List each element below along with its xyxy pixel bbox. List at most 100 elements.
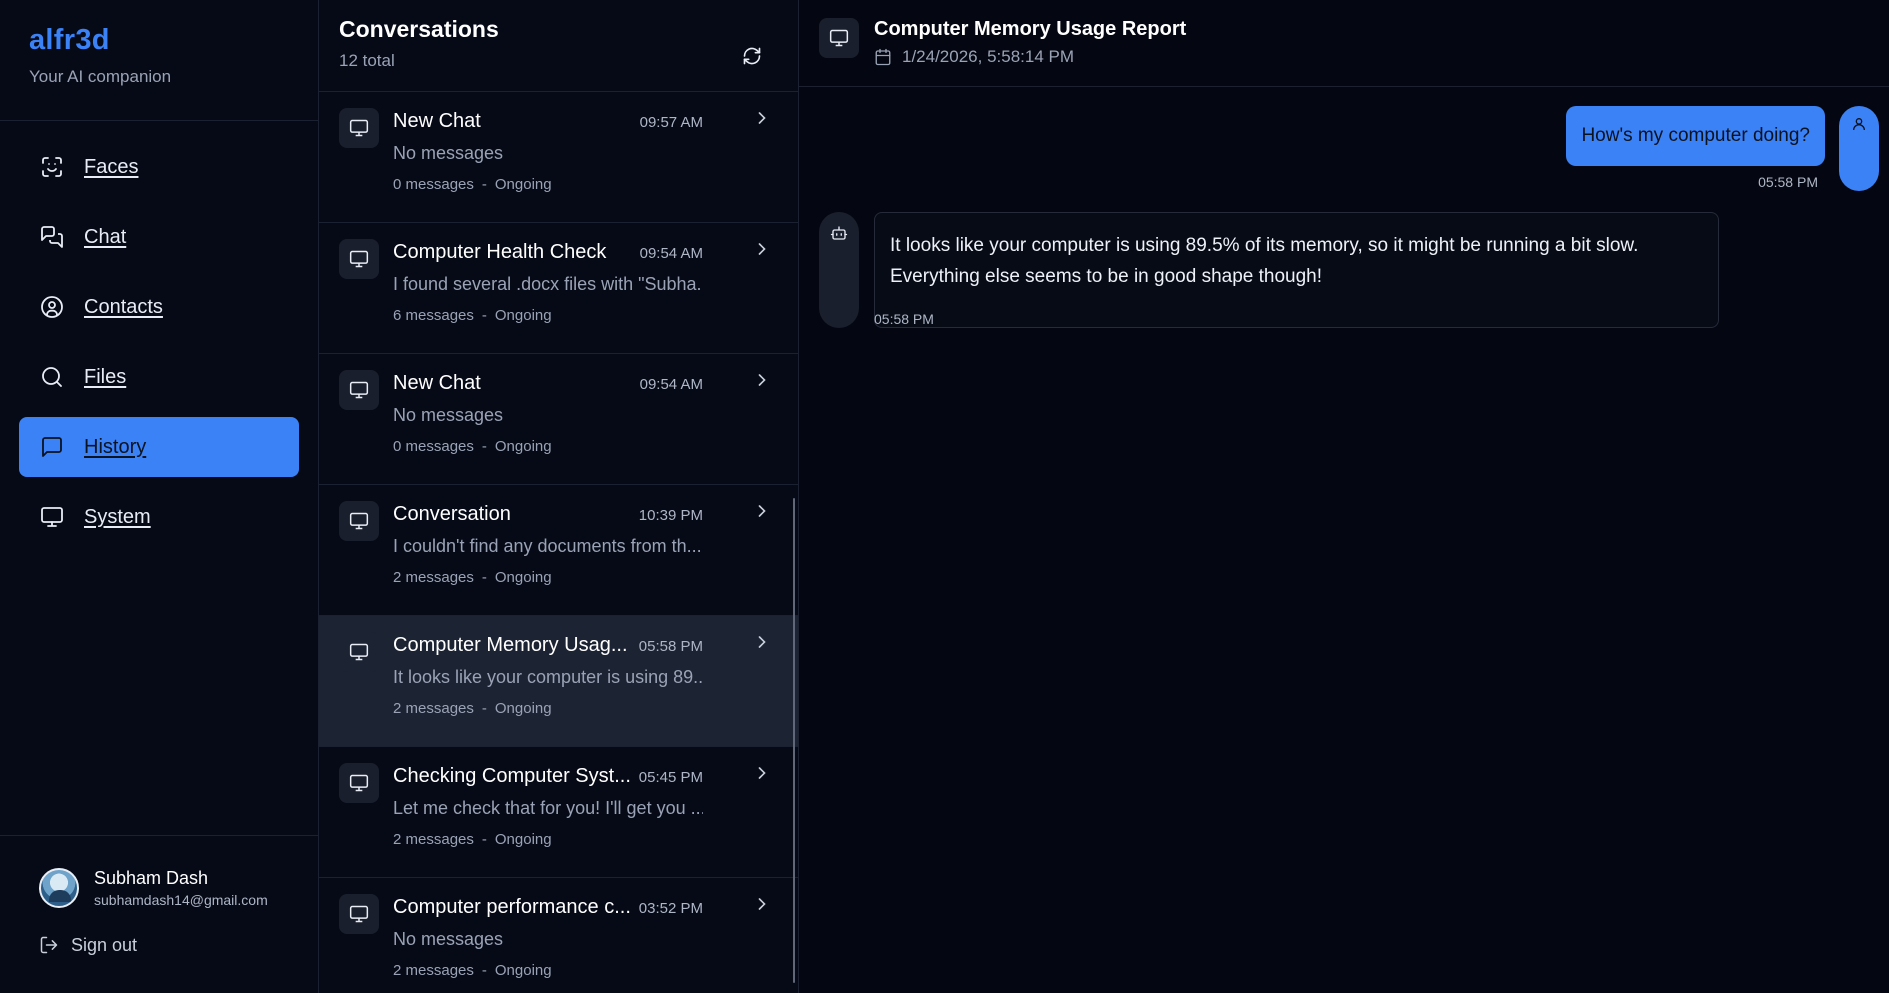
face-scan-icon xyxy=(39,154,65,180)
conversation-status: Ongoing xyxy=(494,569,552,586)
conversation-item[interactable]: Conversation 10:39 PM I couldn't find an… xyxy=(319,485,798,616)
brand: alfr3d Your AI companion xyxy=(0,0,318,121)
conversation-item[interactable]: New Chat 09:54 AM No messages 0 messages… xyxy=(319,354,798,485)
assistant-avatar xyxy=(819,212,859,328)
user-name: Subham Dash xyxy=(94,868,209,888)
sidebar-item-history[interactable]: History xyxy=(19,417,299,477)
conversation-title: Conversation xyxy=(393,503,511,525)
conversation-status: Ongoing xyxy=(494,831,552,848)
user-profile[interactable]: Subham Dash subhamdash14@gmail.com xyxy=(39,868,318,908)
conversation-time: 05:45 PM xyxy=(638,769,703,786)
conversation-status: Ongoing xyxy=(494,962,552,979)
refresh-icon xyxy=(742,46,762,66)
meta-separator: - xyxy=(481,831,487,848)
meta-separator: - xyxy=(481,176,487,193)
user-email: subhamdash14@gmail.com xyxy=(94,892,268,908)
user-message: How's my computer doing? xyxy=(1566,106,1879,191)
chevron-right-icon xyxy=(752,501,772,521)
conversation-preview: No messages xyxy=(393,405,504,425)
sidebar-item-files[interactable]: Files xyxy=(19,347,299,407)
monitor-icon xyxy=(819,18,859,58)
monitor-icon xyxy=(339,632,379,672)
sign-out-label: Sign out xyxy=(71,934,138,955)
sidebar-item-label: System xyxy=(84,505,151,528)
sidebar-item-contacts[interactable]: Contacts xyxy=(19,277,299,337)
chat-title: Computer Memory Usage Report xyxy=(874,18,1187,40)
sidebar-nav: Faces Chat Contacts Files History System xyxy=(0,121,318,573)
sidebar-item-faces[interactable]: Faces xyxy=(19,137,299,197)
conversation-meta: 0 messages - Ongoing xyxy=(393,438,703,455)
sidebar-item-chat[interactable]: Chat xyxy=(19,207,299,267)
chevron-right-icon xyxy=(752,894,772,914)
chevron-right-icon xyxy=(752,370,772,390)
sidebar-item-label: Faces xyxy=(84,155,139,178)
message-count: 2 messages xyxy=(393,569,474,586)
conversation-time: 09:54 AM xyxy=(639,376,703,393)
app-root: alfr3d Your AI companion Faces Chat Cont… xyxy=(0,0,1889,993)
refresh-button[interactable] xyxy=(737,41,767,71)
conversation-preview: I found several .docx files with "Subha.… xyxy=(393,274,703,294)
conversation-item-selected[interactable]: Computer Memory Usag... 05:58 PM It look… xyxy=(319,616,798,747)
message-count: 0 messages xyxy=(393,438,474,455)
conversation-title: New Chat xyxy=(393,110,481,132)
conversation-title: New Chat xyxy=(393,372,481,394)
meta-separator: - xyxy=(481,962,487,979)
chevron-right-icon xyxy=(752,239,772,259)
sidebar-item-label: Chat xyxy=(84,225,127,248)
monitor-icon xyxy=(339,239,379,279)
assistant-message-time: 05:58 PM xyxy=(874,311,934,327)
sign-out-button[interactable]: Sign out xyxy=(39,934,318,956)
message-square-icon xyxy=(39,434,65,460)
message-count: 2 messages xyxy=(393,700,474,717)
conversation-item[interactable]: New Chat 09:57 AM No messages 0 messages… xyxy=(319,92,798,223)
meta-separator: - xyxy=(481,569,487,586)
conversation-meta: 0 messages - Ongoing xyxy=(393,176,703,193)
message-count: 6 messages xyxy=(393,307,474,324)
conversation-item[interactable]: Computer performance c... 03:52 PM No me… xyxy=(319,878,798,993)
brand-tagline: Your AI companion xyxy=(29,67,172,86)
sidebar-item-label: Files xyxy=(84,365,127,388)
chevron-right-icon xyxy=(752,632,772,652)
conversation-meta: 2 messages - Ongoing xyxy=(393,569,703,586)
conversation-title: Computer Health Check xyxy=(393,241,607,263)
calendar-icon xyxy=(874,48,892,66)
conversation-time: 10:39 PM xyxy=(638,507,703,524)
conversation-preview: Let me check that for you! I'll get you … xyxy=(393,798,703,818)
assistant-message-bubble: It looks like your computer is using 89.… xyxy=(874,212,1719,328)
user-message-bubble: How's my computer doing? xyxy=(1566,106,1825,166)
sidebar: alfr3d Your AI companion Faces Chat Cont… xyxy=(0,0,319,993)
chat-panel: Computer Memory Usage Report 1/24/2026, … xyxy=(799,0,1889,993)
conversation-meta: 2 messages - Ongoing xyxy=(393,700,703,717)
conversation-list: New Chat 09:57 AM No messages 0 messages… xyxy=(319,92,798,993)
log-out-icon xyxy=(39,934,61,956)
user-avatar xyxy=(1839,106,1879,191)
conversation-count: 12 total xyxy=(339,51,395,70)
conversation-status: Ongoing xyxy=(494,438,552,455)
sidebar-item-system[interactable]: System xyxy=(19,487,299,547)
conversation-preview: It looks like your computer is using 89.… xyxy=(393,667,703,687)
monitor-icon xyxy=(339,370,379,410)
sidebar-item-label: History xyxy=(84,435,147,458)
conversation-status: Ongoing xyxy=(494,307,552,324)
conversation-item[interactable]: Checking Computer Syst... 05:45 PM Let m… xyxy=(319,747,798,878)
assistant-message: It looks like your computer is using 89.… xyxy=(819,212,1719,328)
conversation-preview: No messages xyxy=(393,929,504,949)
conversation-list-scrollbar[interactable] xyxy=(793,498,795,983)
conversation-meta: 2 messages - Ongoing xyxy=(393,831,703,848)
conversation-preview: No messages xyxy=(393,143,504,163)
conversation-title: Computer Memory Usag... xyxy=(393,634,628,656)
user-icon xyxy=(1851,116,1867,191)
chat-bubbles-icon xyxy=(39,224,65,250)
meta-separator: - xyxy=(481,307,487,324)
conversation-time: 09:57 AM xyxy=(639,114,703,131)
chat-header: Computer Memory Usage Report 1/24/2026, … xyxy=(799,0,1889,87)
user-panel: Subham Dash subhamdash14@gmail.com Sign … xyxy=(0,835,318,993)
sidebar-item-label: Contacts xyxy=(84,295,163,318)
message-count: 0 messages xyxy=(393,176,474,193)
meta-separator: - xyxy=(481,438,487,455)
conversation-meta: 2 messages - Ongoing xyxy=(393,962,703,979)
monitor-icon xyxy=(339,108,379,148)
brand-name: alfr3d xyxy=(29,24,110,56)
user-message-time: 05:58 PM xyxy=(1758,174,1818,190)
conversation-item[interactable]: Computer Health Check 09:54 AM I found s… xyxy=(319,223,798,354)
